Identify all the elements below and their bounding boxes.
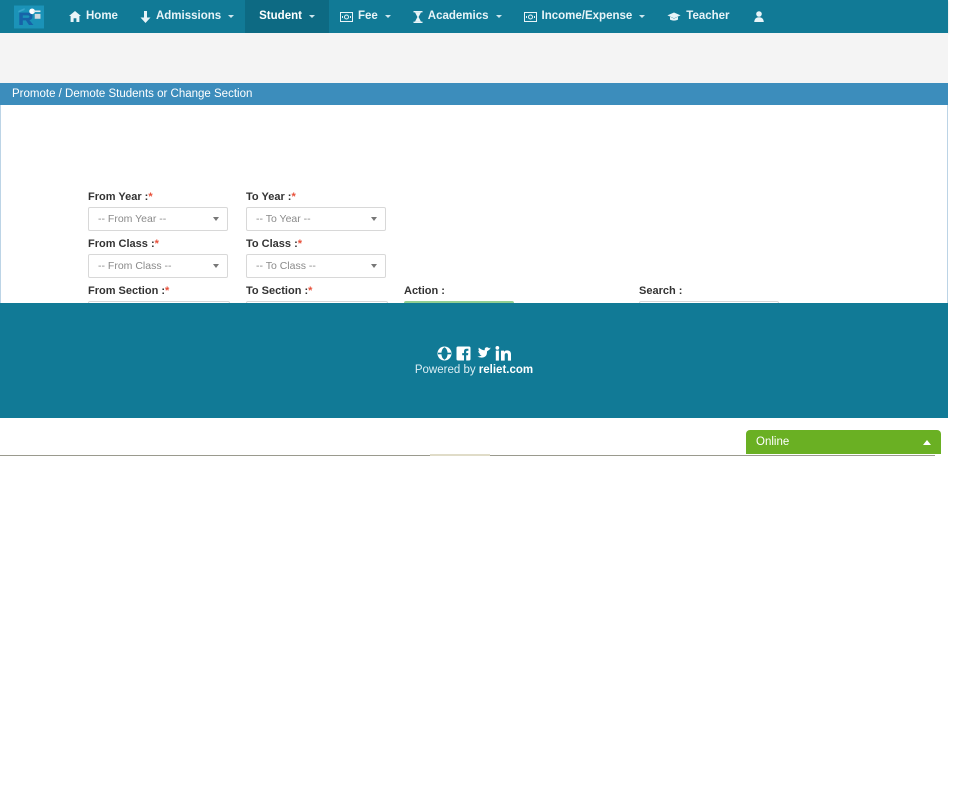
nav-item-student-label: Student	[259, 9, 302, 22]
arrow-down-icon	[140, 10, 151, 23]
twitter-icon[interactable]	[475, 346, 491, 361]
field-from-year: From Year :* -- From Year --	[88, 191, 228, 231]
chevron-down-icon	[228, 15, 235, 18]
powered-by-brand: reliet.com	[478, 363, 534, 376]
page-bottom-divider-accent	[430, 454, 490, 456]
to-section-label: To Section :*	[246, 285, 313, 297]
powered-by-prefix: Powered by	[414, 363, 479, 376]
nav-item-user-account[interactable]	[741, 0, 777, 33]
app-page: Home Admissions Student Fee Academics In…	[0, 0, 960, 799]
nav-item-home[interactable]: Home	[58, 0, 129, 33]
from-class-select[interactable]: -- From Class --	[88, 254, 228, 278]
chevron-down-icon	[308, 15, 315, 18]
nav-item-student[interactable]: Student	[245, 0, 329, 33]
chevron-down-icon	[371, 264, 377, 268]
action-label: Action :	[404, 285, 445, 297]
navbar-items: Home Admissions Student Fee Academics In…	[58, 0, 777, 33]
field-from-class: From Class :* -- From Class --	[88, 238, 228, 278]
reliet-logo-icon	[14, 5, 44, 29]
chevron-down-icon	[213, 217, 219, 221]
nav-item-admissions-label: Admissions	[155, 9, 222, 22]
content-area: Promote / Demote Students or Change Sect…	[0, 33, 948, 325]
money-bill-icon	[339, 11, 353, 22]
chevron-down-icon	[495, 15, 502, 18]
chevron-down-icon	[639, 15, 646, 18]
globe-icon[interactable]	[437, 346, 452, 361]
money-bill-icon	[523, 11, 537, 22]
home-icon	[69, 11, 81, 22]
to-year-value: -- To Year --	[256, 213, 311, 225]
site-footer: Powered by reliet.com	[0, 303, 948, 418]
to-class-value: -- To Class --	[256, 260, 316, 272]
nav-item-fee[interactable]: Fee	[329, 0, 402, 33]
chevron-down-icon	[213, 264, 219, 268]
chevron-down-icon	[371, 217, 377, 221]
to-year-label: To Year :*	[246, 191, 296, 203]
field-to-class: To Class :* -- To Class --	[246, 238, 386, 278]
hourglass-icon	[413, 10, 423, 23]
required-asterisk: *	[148, 191, 153, 203]
required-asterisk: *	[165, 285, 170, 297]
from-year-select[interactable]: -- From Year --	[88, 207, 228, 231]
to-class-label: To Class :*	[246, 238, 303, 250]
required-asterisk: *	[154, 238, 159, 250]
brand-logo-link[interactable]	[0, 0, 58, 33]
field-to-year: To Year :* -- To Year --	[246, 191, 386, 231]
chevron-up-icon[interactable]	[923, 439, 931, 445]
nav-item-academics-label: Academics	[427, 9, 489, 22]
from-class-value: -- From Class --	[98, 260, 172, 272]
required-asterisk: *	[308, 285, 313, 297]
social-links	[437, 345, 512, 361]
nav-item-fee-label: Fee	[357, 9, 378, 22]
user-icon	[753, 11, 764, 22]
to-class-select[interactable]: -- To Class --	[246, 254, 386, 278]
required-asterisk: *	[297, 238, 303, 250]
powered-by-text: Powered by reliet.com	[415, 364, 533, 376]
required-asterisk: *	[291, 191, 296, 203]
panel-title-bar: Promote / Demote Students or Change Sect…	[0, 83, 948, 105]
to-year-select[interactable]: -- To Year --	[246, 207, 386, 231]
nav-item-teacher[interactable]: Teacher	[656, 0, 740, 33]
nav-item-admissions[interactable]: Admissions	[129, 0, 245, 33]
search-label: Search :	[639, 285, 683, 297]
page-title: Promote / Demote Students or Change Sect…	[12, 88, 253, 100]
nav-item-academics[interactable]: Academics	[402, 0, 513, 33]
from-section-label: From Section :*	[88, 285, 170, 297]
facebook-icon[interactable]	[456, 346, 471, 361]
nav-item-income-expense-label: Income/Expense	[541, 9, 633, 22]
from-year-value: -- From Year --	[98, 213, 167, 225]
chevron-down-icon	[384, 15, 391, 18]
nav-item-teacher-label: Teacher	[686, 9, 730, 22]
nav-item-income-expense[interactable]: Income/Expense	[513, 0, 657, 33]
chat-status-label: Online	[756, 436, 790, 448]
from-class-label: From Class :*	[88, 238, 159, 250]
graduation-cap-icon	[667, 12, 681, 22]
from-year-label: From Year :*	[88, 191, 153, 203]
linkedin-icon[interactable]	[495, 345, 512, 361]
nav-item-home-label: Home	[86, 9, 118, 22]
chat-status-bar[interactable]: Online	[746, 430, 941, 454]
main-navbar: Home Admissions Student Fee Academics In…	[0, 0, 948, 33]
